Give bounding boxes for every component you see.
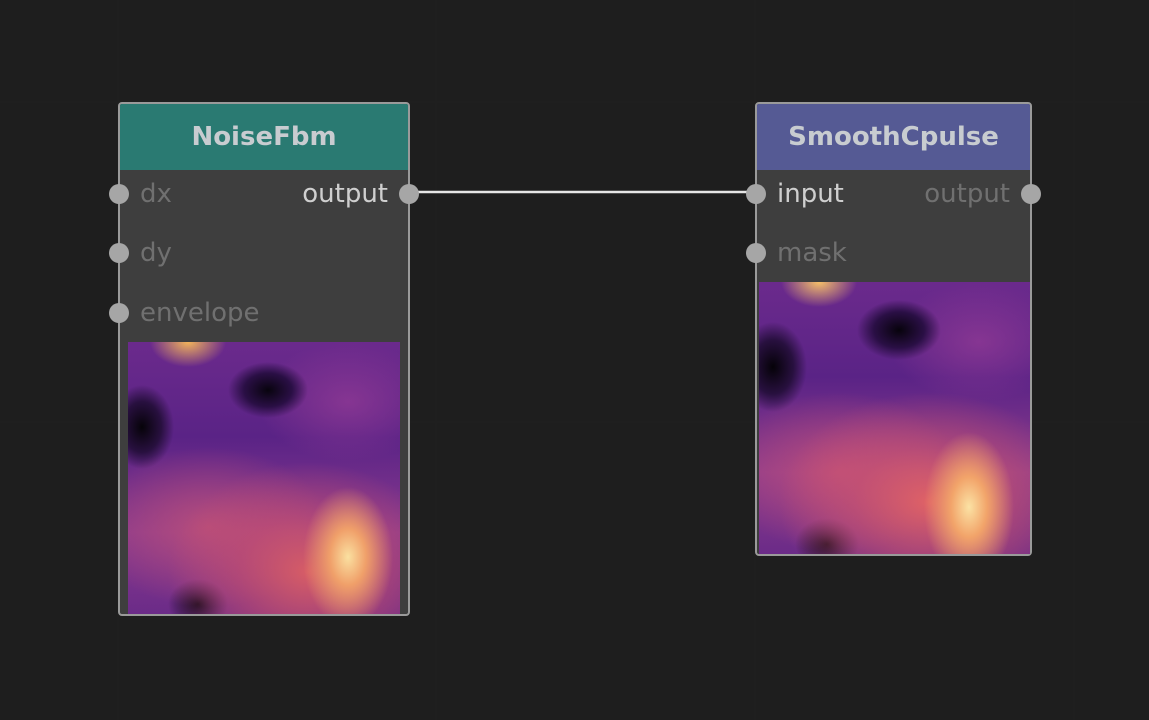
port-label-input: input: [777, 179, 844, 209]
node-title: SmoothCpulse: [788, 122, 999, 152]
node-header[interactable]: NoiseFbm: [120, 104, 408, 170]
node-title: NoiseFbm: [191, 122, 337, 152]
input-port-input[interactable]: [746, 184, 766, 204]
port-label-dx: dx: [140, 179, 172, 209]
output-port[interactable]: [1021, 184, 1041, 204]
input-port-dx[interactable]: [109, 184, 129, 204]
port-row-dx: dx output: [109, 179, 419, 209]
output-port[interactable]: [399, 184, 419, 204]
node-noise-fbm[interactable]: NoiseFbm dx output dy envelope: [109, 102, 419, 616]
input-port-mask[interactable]: [746, 243, 766, 263]
port-label-output: output: [924, 179, 1010, 209]
port-label-mask: mask: [777, 238, 847, 268]
node-graph-canvas[interactable]: NoiseFbm dx output dy envelope SmoothCpu…: [0, 0, 1149, 720]
port-row-envelope: envelope: [109, 298, 408, 328]
port-label-envelope: envelope: [140, 298, 260, 328]
input-port-dy[interactable]: [109, 243, 129, 263]
input-port-envelope[interactable]: [109, 303, 129, 323]
port-row-mask: mask: [746, 238, 1030, 268]
port-row-dy: dy: [109, 238, 408, 268]
node-smooth-cpulse[interactable]: SmoothCpulse input output mask: [746, 102, 1041, 556]
port-label-dy: dy: [140, 238, 172, 268]
pulse-texture-preview: [759, 282, 1030, 554]
port-row-input: input output: [746, 179, 1041, 209]
noise-texture-preview: [128, 342, 400, 614]
port-label-output: output: [302, 179, 388, 209]
node-header[interactable]: SmoothCpulse: [757, 104, 1030, 170]
